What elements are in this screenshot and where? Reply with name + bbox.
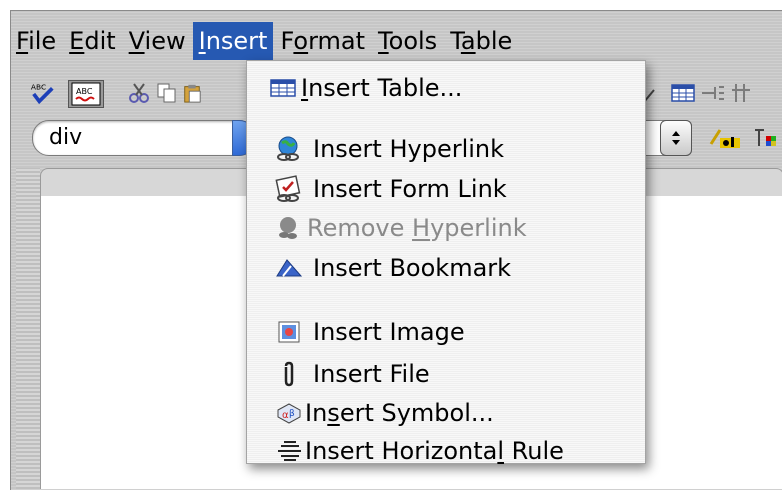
insert-table-button[interactable] bbox=[670, 80, 696, 106]
horizontal-rule-icon bbox=[275, 437, 303, 465]
menu-item-remove-hyperlink: Remove Hyperlink bbox=[275, 211, 673, 245]
menu-item-insert-image[interactable]: Insert Image bbox=[275, 315, 673, 349]
menu-item-insert-form-link[interactable]: Insert Form Link bbox=[275, 172, 673, 206]
left-gutter bbox=[16, 168, 40, 489]
image-icon bbox=[275, 318, 303, 346]
svg-text:ABC: ABC bbox=[76, 87, 93, 96]
spell-check-button[interactable]: ABC bbox=[30, 80, 56, 106]
menu-file[interactable]: File bbox=[10, 22, 62, 60]
table-icon bbox=[269, 74, 297, 102]
svg-text:α: α bbox=[282, 410, 289, 421]
paste-button[interactable] bbox=[182, 80, 202, 106]
paste-icon bbox=[184, 84, 201, 103]
menu-edit[interactable]: Edit bbox=[63, 22, 121, 60]
remove-link-icon bbox=[275, 214, 303, 242]
live-spell-icon: ABC bbox=[71, 82, 101, 106]
table-split-icon bbox=[702, 86, 724, 100]
menu-item-insert-bookmark[interactable]: Insert Bookmark bbox=[275, 251, 673, 285]
menu-item-insert-hyperlink[interactable]: Insert Hyperlink bbox=[275, 132, 673, 166]
paragraph-style-value: div bbox=[49, 125, 83, 150]
menu-insert[interactable]: Insert bbox=[192, 22, 274, 60]
table-split-button[interactable] bbox=[700, 80, 726, 106]
bookmark-icon bbox=[275, 254, 303, 282]
spell-check-icon: ABC bbox=[31, 82, 54, 105]
table-merge-button[interactable] bbox=[730, 80, 752, 106]
symbol-icon: α β bbox=[275, 399, 303, 427]
copy-icon bbox=[157, 83, 176, 103]
menu-table[interactable]: Table bbox=[444, 22, 518, 60]
menu-item-insert-file[interactable]: Insert File bbox=[275, 357, 673, 391]
copy-button[interactable] bbox=[154, 80, 180, 106]
globe-link-icon bbox=[275, 135, 303, 163]
live-spell-button[interactable]: ABC bbox=[68, 80, 104, 108]
svg-text:ABC: ABC bbox=[31, 82, 46, 91]
highlight-icon bbox=[755, 129, 776, 146]
menu-tools[interactable]: Tools bbox=[372, 22, 443, 60]
menu-bar: File Edit View Insert Format Tools Table bbox=[10, 22, 782, 60]
text-color-icon bbox=[709, 129, 740, 148]
form-link-icon bbox=[275, 175, 303, 203]
text-color-button[interactable] bbox=[708, 126, 742, 150]
menu-item-insert-table[interactable]: Insert Table... bbox=[269, 71, 667, 105]
table-icon bbox=[671, 84, 695, 102]
menu-item-insert-symbol[interactable]: α β Insert Symbol... bbox=[275, 396, 673, 430]
table-merge-icon bbox=[732, 84, 750, 102]
paperclip-icon bbox=[275, 360, 303, 388]
cut-button[interactable] bbox=[126, 80, 152, 106]
paragraph-style-select[interactable]: div bbox=[32, 120, 256, 156]
insert-menu: Insert Table... Insert Hyperlink Insert … bbox=[246, 60, 646, 465]
menu-format[interactable]: Format bbox=[274, 22, 371, 60]
svg-text:β: β bbox=[289, 409, 295, 419]
scissors-icon bbox=[129, 83, 149, 103]
menu-view[interactable]: View bbox=[123, 22, 192, 60]
highlight-color-button[interactable] bbox=[752, 126, 782, 150]
menu-item-insert-horizontal-rule[interactable]: Insert Horizontal Rule bbox=[275, 434, 673, 468]
